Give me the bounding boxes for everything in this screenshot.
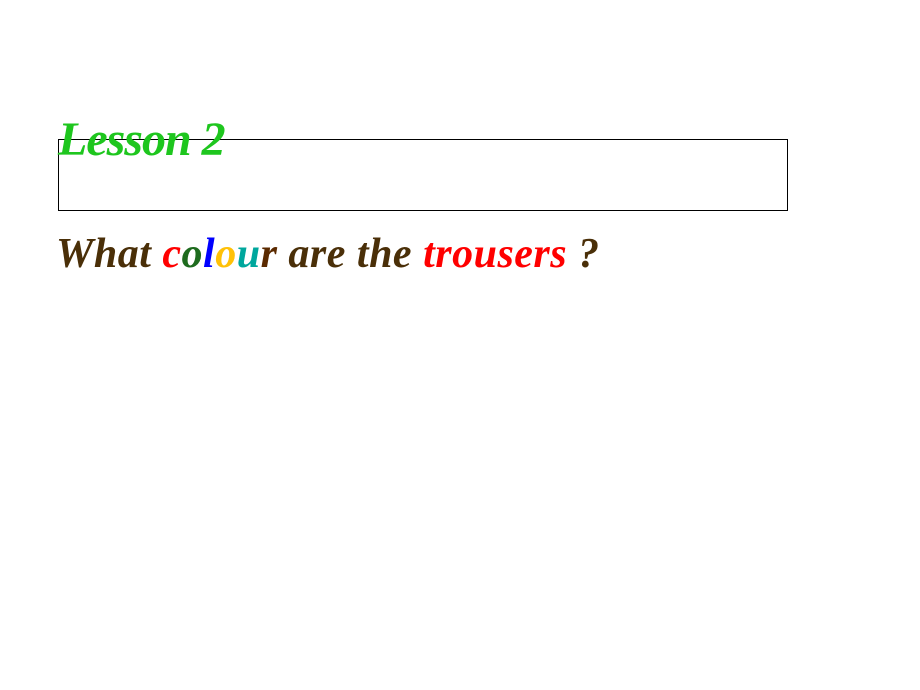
- letter-l: l: [203, 231, 215, 277]
- word-qmark: ?: [567, 231, 600, 277]
- word-what: What: [56, 231, 162, 277]
- question-line: What colour are the trousers ?: [56, 230, 600, 278]
- letter-u: u: [237, 231, 261, 277]
- word-are-the: are the: [277, 231, 423, 277]
- letter-r: r: [261, 231, 278, 277]
- lesson-title: Lesson 2: [58, 112, 225, 167]
- letter-c: c: [162, 231, 181, 277]
- letter-o2: o: [215, 231, 237, 277]
- letter-o1: o: [182, 231, 204, 277]
- word-trousers: trousers: [423, 231, 567, 277]
- slide-container: Lesson 2 What colour are the trousers ?: [0, 0, 920, 690]
